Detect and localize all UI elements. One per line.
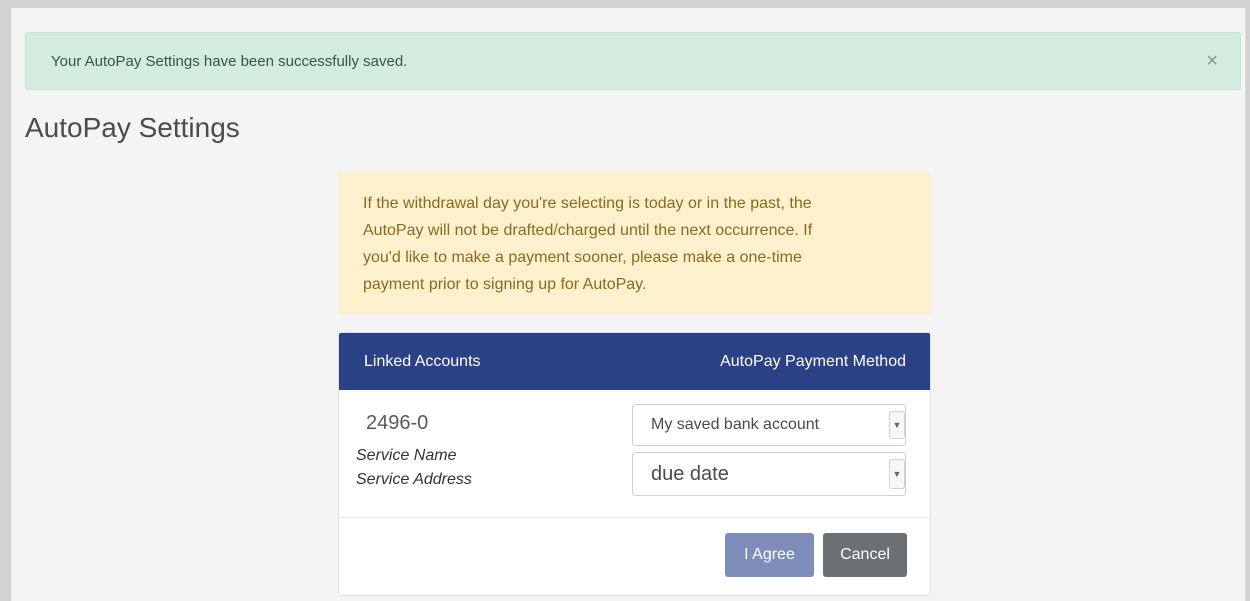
payment-method-heading: AutoPay Payment Method: [720, 352, 906, 370]
warning-line: you'd like to make a payment sooner, ple…: [363, 249, 802, 266]
service-name: Service Name: [356, 447, 457, 464]
service-address: Service Address: [356, 471, 472, 488]
autopay-card: Linked Accounts AutoPay Payment Method 2…: [338, 332, 931, 596]
warning-line: If the withdrawal day you're selecting i…: [363, 195, 812, 212]
account-number: 2496-0: [366, 412, 429, 434]
card-header: Linked Accounts AutoPay Payment Method: [339, 333, 930, 390]
payment-method-select[interactable]: My saved bank account ▼: [632, 404, 906, 446]
card-body: 2496-0 Service Name Service Address My s…: [339, 390, 930, 518]
withdrawal-day-select[interactable]: due date ▼: [632, 452, 906, 496]
agree-button[interactable]: I Agree: [725, 533, 814, 577]
page: Your AutoPay Settings have been successf…: [10, 8, 1246, 601]
warning-line: AutoPay will not be drafted/charged unti…: [363, 222, 813, 239]
withdrawal-day-value: due date: [651, 462, 729, 485]
warning-line: payment prior to signing up for AutoPay.: [363, 276, 647, 293]
close-icon[interactable]: ×: [1206, 51, 1218, 71]
card-footer: I Agree Cancel: [339, 518, 930, 595]
linked-accounts-heading: Linked Accounts: [364, 352, 481, 370]
payment-method-value: My saved bank account: [651, 416, 820, 433]
success-alert: Your AutoPay Settings have been successf…: [25, 32, 1241, 90]
cancel-button[interactable]: Cancel: [823, 533, 907, 577]
success-alert-message: Your AutoPay Settings have been successf…: [51, 52, 408, 70]
chevron-down-icon[interactable]: ▼: [889, 459, 905, 489]
page-title: AutoPay Settings: [25, 112, 240, 143]
warning-alert: If the withdrawal day you're selecting i…: [339, 172, 931, 314]
chevron-down-icon[interactable]: ▼: [889, 411, 905, 439]
